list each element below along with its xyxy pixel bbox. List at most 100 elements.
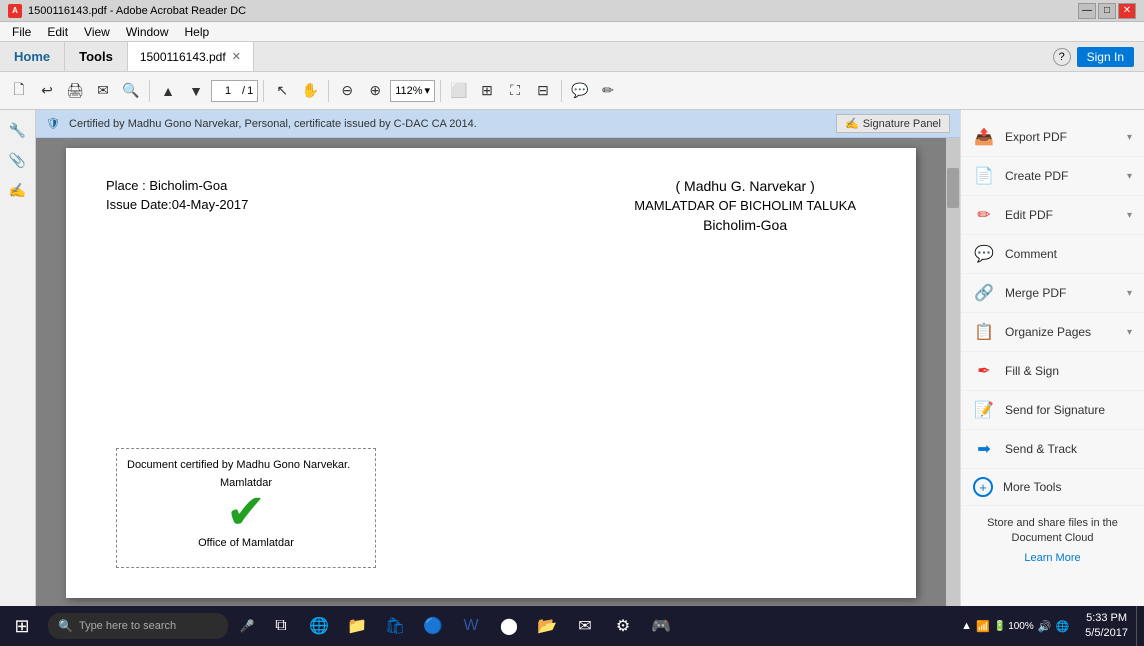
fit-width-button[interactable]: ⊞ — [474, 78, 500, 104]
taskbar-app-game[interactable]: 🎮 — [642, 606, 680, 646]
fit-page-button[interactable]: ⬜ — [446, 78, 472, 104]
rp-export-pdf[interactable]: 📤 Export PDF ▾ — [961, 118, 1144, 157]
battery-indicator: 🔋 100% — [994, 621, 1034, 632]
draw-btn[interactable]: ✏ — [595, 78, 621, 104]
taskbar-app-settings[interactable]: ⚙ — [604, 606, 642, 646]
taskbar: ⊞ 🔍 Type here to search 🎤 ⧉ 🌐 📁 🛍 🔵 W ⬤ … — [0, 606, 1144, 646]
rp-organize-pages[interactable]: 📋 Organize Pages ▾ — [961, 313, 1144, 352]
taskbar-app-explorer[interactable]: 📁 — [338, 606, 376, 646]
tray-expand[interactable]: ▲ — [961, 620, 972, 632]
zoom-value: 112% — [395, 85, 422, 97]
stamp-visual: Mamlatdar ✔ Office of Mamlatdar — [127, 477, 365, 549]
taskbar-app-word[interactable]: W — [452, 606, 490, 646]
sep2 — [263, 80, 264, 102]
page-number-input[interactable] — [216, 85, 240, 97]
rp-create-pdf-label: Create PDF — [1005, 169, 1117, 183]
tab-close-button[interactable]: ✕ — [232, 50, 241, 63]
print-button[interactable]: 🖨 — [62, 78, 88, 104]
rp-store-text: Store and share files in the Document Cl… — [987, 517, 1118, 544]
zoom-in-button[interactable]: ⊕ — [362, 78, 388, 104]
send-signature-icon: 📝 — [973, 399, 995, 421]
rp-more-tools[interactable]: + More Tools — [961, 469, 1144, 506]
sep4 — [440, 80, 441, 102]
minimize-button[interactable]: — — [1078, 3, 1096, 19]
taskbar-search[interactable]: 🔍 Type here to search — [48, 613, 228, 639]
new-button[interactable]: 🗋 — [6, 78, 32, 104]
taskbar-app-mail[interactable]: ✉ — [566, 606, 604, 646]
menu-window[interactable]: Window — [118, 22, 177, 41]
rp-comment[interactable]: 💬 Comment — [961, 235, 1144, 274]
task-view-button[interactable]: ⧉ — [262, 606, 300, 646]
zoom-out-button[interactable]: ⊖ — [334, 78, 360, 104]
zoom-dropdown-icon[interactable]: ▾ — [425, 84, 431, 97]
hand-tool[interactable]: ✋ — [297, 78, 323, 104]
taskbar-mic[interactable]: 🎤 — [232, 606, 262, 646]
pdf-viewer: 🛡 Certified by Madhu Gono Narvekar, Pers… — [36, 110, 960, 606]
app-icon: A — [8, 4, 22, 18]
comment-toolbar-btn[interactable]: 💬 — [567, 78, 593, 104]
tray-volume[interactable]: 🔊 — [1038, 620, 1052, 633]
rp-merge-pdf[interactable]: 🔗 Merge PDF ▾ — [961, 274, 1144, 313]
rp-merge-pdf-label: Merge PDF — [1005, 286, 1117, 300]
signature-panel-button[interactable]: ✍ Signature Panel — [836, 114, 950, 133]
tab-home[interactable]: Home — [0, 42, 65, 71]
sign-in-button[interactable]: Sign In — [1077, 47, 1134, 67]
menu-view[interactable]: View — [76, 22, 118, 41]
page-separator: / — [242, 85, 245, 97]
left-tools-btn[interactable]: 🔧 — [6, 118, 30, 142]
tab-bar: Home Tools 1500116143.pdf ✕ ? Sign In — [0, 42, 1144, 72]
rp-learn-more-link[interactable]: Learn More — [973, 551, 1132, 566]
start-button[interactable]: ⊞ — [0, 606, 44, 646]
tab-tools[interactable]: Tools — [65, 42, 128, 71]
tab-document[interactable]: 1500116143.pdf ✕ — [128, 42, 254, 71]
merge-pdf-expand-icon: ▾ — [1127, 288, 1132, 299]
open-button[interactable]: ↩ — [34, 78, 60, 104]
email-button[interactable]: ✉ — [90, 78, 116, 104]
vertical-scrollbar[interactable] — [946, 138, 960, 606]
document-tab-name: 1500116143.pdf — [140, 50, 226, 64]
window-title: 1500116143.pdf - Adobe Acrobat Reader DC — [28, 5, 246, 17]
prev-page-button[interactable]: ▲ — [155, 78, 181, 104]
rp-create-pdf[interactable]: 📄 Create PDF ▾ — [961, 157, 1144, 196]
left-bookmarks-btn[interactable]: 📎 — [6, 148, 30, 172]
pdf-right-block: ( Madhu G. Narvekar ) MAMLATDAR OF BICHO… — [634, 178, 856, 233]
pdf-scroll-area[interactable]: Place : Bicholim-Goa Issue Date:04-May-2… — [36, 138, 946, 606]
read-mode-button[interactable]: ⊟ — [530, 78, 556, 104]
help-icon[interactable]: ? — [1053, 48, 1071, 66]
window-controls[interactable]: — □ ✕ — [1078, 3, 1136, 19]
taskbar-app-store[interactable]: 🛍 — [376, 606, 414, 646]
pdf-city: Bicholim-Goa — [634, 217, 856, 233]
taskbar-app-ie[interactable]: 🔵 — [414, 606, 452, 646]
export-pdf-expand-icon: ▾ — [1127, 132, 1132, 143]
next-page-button[interactable]: ▼ — [183, 78, 209, 104]
taskbar-app-folder[interactable]: 📂 — [528, 606, 566, 646]
left-signatures-btn[interactable]: ✍ — [6, 178, 30, 202]
fullscreen-button[interactable]: ⛶ — [502, 78, 528, 104]
taskbar-app-chrome[interactable]: ⬤ — [490, 606, 528, 646]
edit-pdf-icon: ✏ — [973, 204, 995, 226]
taskbar-app-edge[interactable]: 🌐 — [300, 606, 338, 646]
sig-panel-label: Signature Panel — [863, 118, 941, 130]
rp-send-signature[interactable]: 📝 Send for Signature — [961, 391, 1144, 430]
sig-icon: ✍ — [845, 117, 859, 130]
taskbar-clock[interactable]: 5:33 PM 5/5/2017 — [1077, 611, 1136, 642]
cursor-tool[interactable]: ↖ — [269, 78, 295, 104]
close-button[interactable]: ✕ — [1118, 3, 1136, 19]
search-button[interactable]: 🔍 — [118, 78, 144, 104]
tray-network2[interactable]: 🌐 — [1055, 620, 1069, 633]
menu-help[interactable]: Help — [177, 22, 218, 41]
rp-edit-pdf[interactable]: ✏ Edit PDF ▾ — [961, 196, 1144, 235]
menu-file[interactable]: File — [4, 22, 39, 41]
menu-bar: File Edit View Window Help — [0, 22, 1144, 42]
zoom-control[interactable]: 112% ▾ — [390, 80, 435, 102]
cert-stamp-text: Document certified by Madhu Gono Narveka… — [127, 459, 365, 471]
maximize-button[interactable]: □ — [1098, 3, 1116, 19]
taskbar-apps: ⧉ 🌐 📁 🛍 🔵 W ⬤ 📂 ✉ ⚙ 🎮 — [262, 606, 680, 646]
menu-edit[interactable]: Edit — [39, 22, 76, 41]
rp-send-track[interactable]: ➡ Send & Track — [961, 430, 1144, 469]
rp-fill-sign[interactable]: ✒ Fill & Sign — [961, 352, 1144, 391]
scroll-thumb[interactable] — [947, 168, 959, 208]
title-bar: A 1500116143.pdf - Adobe Acrobat Reader … — [0, 0, 1144, 22]
checkmark-icon: ✔ — [226, 489, 266, 537]
show-desktop-button[interactable] — [1136, 606, 1144, 646]
